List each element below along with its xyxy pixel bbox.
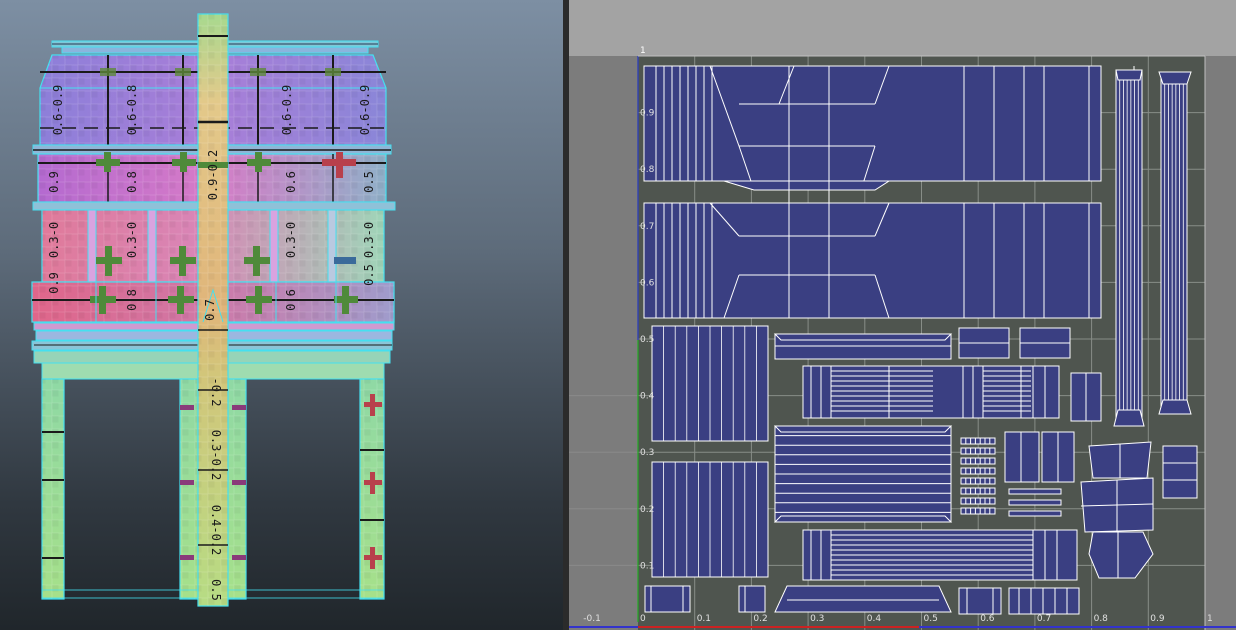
uv-u-tick: 0	[640, 614, 646, 624]
3d-viewport[interactable]: 0.6-0.9 0.6-0.8 0.6-0.9 0.6-0.9 0.9 0.8 0.6 0.5…	[0, 0, 563, 630]
uv-checker-label: 0.3-0.2	[209, 430, 223, 481]
uv-v-tick-1: 1	[640, 46, 646, 56]
uv-shell[interactable]	[1008, 510, 1062, 517]
uv-v-tick: 0.9	[640, 109, 655, 119]
uv-u-tick: -0.1	[583, 614, 601, 624]
uv-shell[interactable]	[1162, 445, 1198, 499]
uv-checker-label: 0.3-0	[362, 222, 376, 258]
uv-checker-label: 0.9	[47, 272, 61, 294]
uv-shell[interactable]	[1115, 69, 1143, 81]
uv-u-tick: 0.7	[1037, 614, 1051, 624]
uv-checker-label: 0.6-0.8	[125, 85, 139, 136]
uv-checker-label: 0.7	[203, 299, 217, 321]
uv-checker-label: 0.3-0	[284, 222, 298, 258]
uv-u-tick: 0.5	[924, 614, 938, 624]
uv-checker-label: 0.6-0.9	[358, 85, 372, 136]
uv-shell[interactable]	[738, 585, 766, 613]
uv-v-tick: 0.2	[640, 505, 654, 515]
uv-u-tick: 0.9	[1150, 614, 1165, 624]
uv-checker-label: 0.9-0.2	[206, 150, 220, 201]
uv-checker-label: -0.2	[209, 378, 223, 407]
uv-editor-canvas[interactable]: 1 0.9 0.8 0.7 0.6 0.5 0.4 0.3 0.2 0.1 -0.1 0 0.1 0.2 0…	[569, 0, 1236, 630]
uv-u-tick: 0.3	[810, 614, 824, 624]
uv-v-tick: 0.4	[640, 392, 655, 402]
uv-u-tick: 0.1	[697, 614, 711, 624]
uv-checker-label: 0.3-0	[47, 222, 61, 258]
uv-checker-label: 0.5	[362, 171, 376, 193]
uv-shell[interactable]	[958, 587, 1002, 615]
uv-shell[interactable]	[643, 202, 1102, 319]
uv-v-tick: 0.7	[640, 222, 654, 232]
uv-checker-label: 0.5	[362, 264, 376, 286]
uv-shell[interactable]	[1004, 431, 1040, 483]
uv-u-tick: 0.2	[753, 614, 767, 624]
uv-shell[interactable]	[723, 180, 891, 191]
uv-checker-label: 0.8	[125, 171, 139, 193]
uv-shell[interactable]	[774, 585, 952, 613]
uv-shell[interactable]	[1113, 409, 1145, 427]
uv-shell[interactable]	[1158, 399, 1192, 415]
uv-shell[interactable]	[773, 515, 953, 523]
uv-shell[interactable]	[773, 425, 953, 433]
uv-shell[interactable]	[773, 333, 953, 341]
3d-model-view[interactable]: 0.6-0.9 0.6-0.8 0.6-0.9 0.6-0.9 0.9 0.8 0.6 0.5…	[0, 0, 563, 630]
uv-v-tick: 0.6	[640, 278, 655, 288]
uv-u-tick: 1	[1207, 614, 1213, 624]
uv-v-tick: 0.5	[640, 335, 654, 345]
uv-editor-panel[interactable]: 1 0.9 0.8 0.7 0.6 0.5 0.4 0.3 0.2 0.1 -0.1 0 0.1 0.2 0…	[569, 0, 1236, 630]
uv-shell[interactable]	[643, 65, 1102, 182]
uv-checker-label: 0.6-0.9	[51, 85, 65, 136]
uv-shell[interactable]	[1008, 499, 1062, 506]
uv-v-tick: 0.8	[640, 165, 655, 175]
uv-checker-label: 0.6-0.9	[280, 85, 294, 136]
uv-u-tick: 0.4	[867, 614, 882, 624]
uv-checker-label: 0.4-0.2	[209, 505, 223, 556]
uv-u-tick: 0.8	[1094, 614, 1109, 624]
uv-checker-label: 0.9	[47, 171, 61, 193]
uv-checker-label: 0.5	[209, 579, 223, 601]
uv-checker-label: 0.6	[284, 289, 298, 311]
uv-v-tick: 0.1	[640, 561, 654, 571]
uv-checker-label: 0.3-0	[125, 222, 139, 258]
uv-checker-label: 0.6	[284, 171, 298, 193]
uv-shell[interactable]	[1158, 71, 1192, 85]
uv-checker-label: 0.8	[125, 289, 139, 311]
uv-shell[interactable]	[1008, 488, 1062, 495]
uv-v-tick: 0.3	[640, 448, 654, 458]
uv-u-tick: 0.6	[980, 614, 995, 624]
